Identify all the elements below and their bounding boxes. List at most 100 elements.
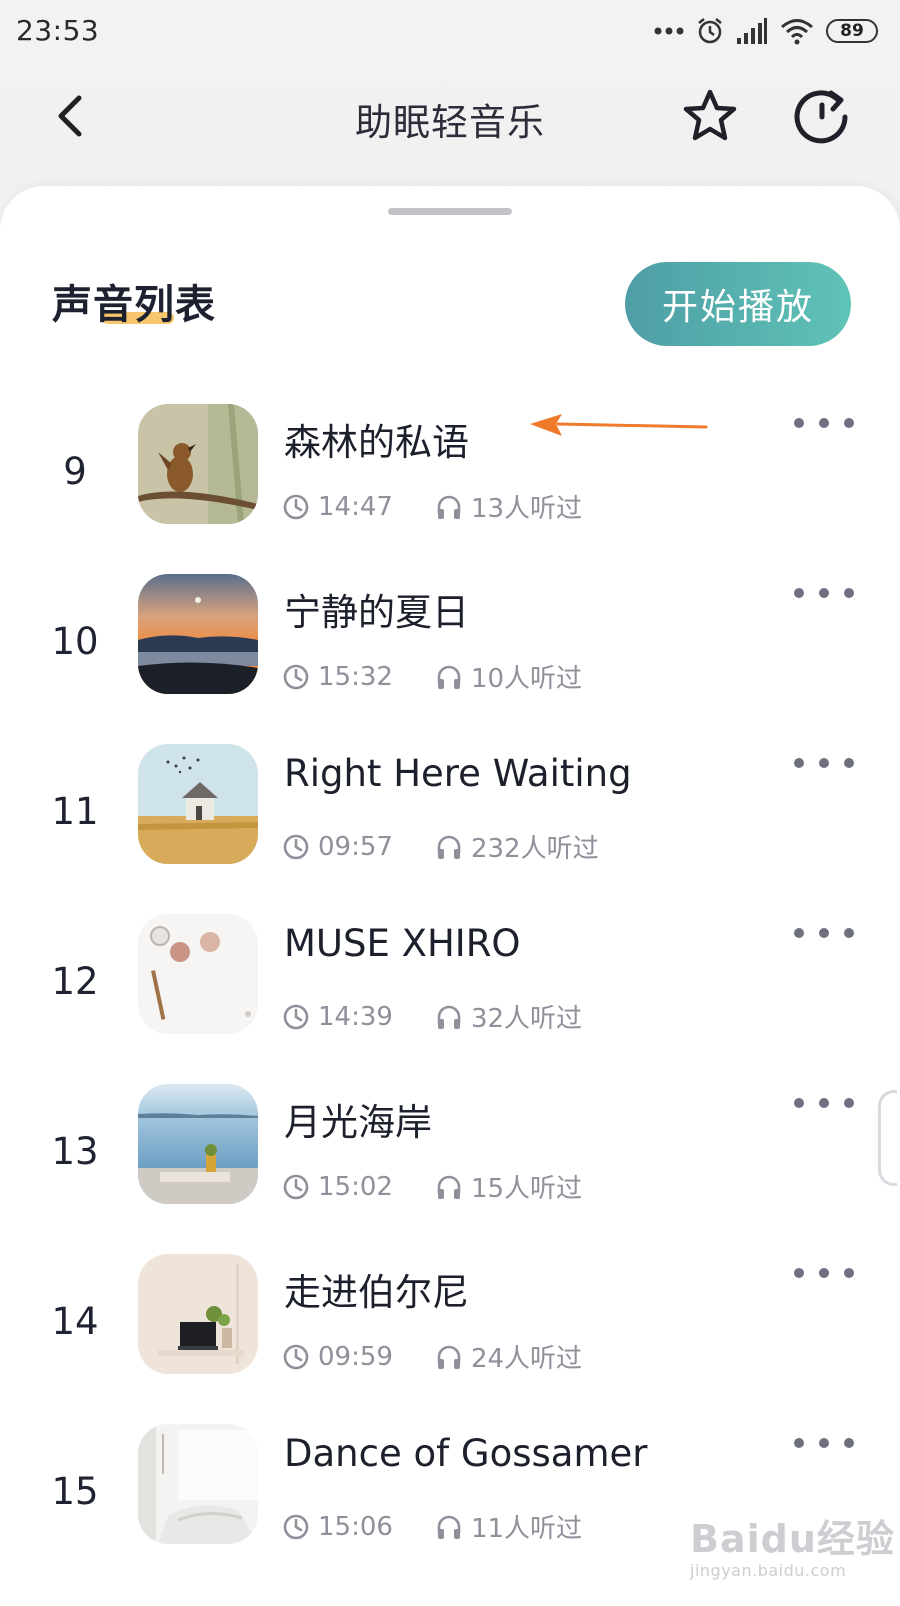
duration-text: 14:39 — [318, 1001, 393, 1032]
refresh-button[interactable] — [790, 84, 854, 148]
track-meta: 09:57 232人听过 — [282, 828, 599, 865]
track-index: 13 — [51, 1130, 99, 1173]
track-cover-image — [138, 1084, 258, 1204]
track-meta: 14:47 13人听过 — [282, 488, 582, 525]
track-duration: 09:59 — [282, 1342, 393, 1372]
more-options-button[interactable] — [794, 748, 854, 778]
headphones-icon — [437, 1515, 461, 1539]
page-title: 助眠轻音乐 — [355, 101, 545, 144]
status-icons: 89 — [654, 14, 878, 48]
watermark-logo: Baidu经验 — [690, 1517, 895, 1561]
wifi-icon — [781, 19, 813, 45]
track-listens: 24人听过 — [435, 1338, 582, 1375]
track-index: 12 — [51, 960, 99, 1003]
clock-icon — [283, 1344, 309, 1369]
clock-icon — [283, 1004, 309, 1029]
duration-text: 15:32 — [318, 661, 393, 692]
clock-icon — [283, 834, 309, 859]
track-meta: 15:32 10人听过 — [282, 658, 582, 695]
track-row[interactable]: 9 森林的私语 14:47 13人听过 — [0, 388, 900, 558]
clock-icon — [283, 664, 309, 689]
listens-text: 24人听过 — [470, 1344, 583, 1374]
track-listens: 13人听过 — [435, 488, 582, 525]
side-scroll-handle[interactable] — [878, 1090, 897, 1186]
clock-icon — [283, 1514, 309, 1539]
headphones-icon — [437, 665, 461, 689]
track-cover-image — [138, 1424, 258, 1544]
track-row[interactable]: 12 MUSE XHIRO 14:39 32人听过 — [0, 898, 900, 1068]
track-sheet: 声音列表 开始播放 9 森林的私语 14:47 13人听过 10 宁静的夏日 1… — [0, 186, 900, 1606]
listens-text: 32人听过 — [470, 1004, 583, 1034]
more-options-button[interactable] — [794, 918, 854, 948]
track-index: 10 — [51, 620, 99, 663]
track-title: 月光海岸 — [284, 1101, 432, 1144]
track-row[interactable]: 11 Right Here Waiting 09:57 232人听过 — [0, 728, 900, 898]
track-title: Dance of Gossamer — [284, 1432, 648, 1475]
listens-text: 10人听过 — [470, 664, 583, 694]
battery-indicator: 89 — [826, 19, 878, 43]
track-listens: 11人听过 — [435, 1508, 582, 1545]
track-duration: 09:57 — [282, 832, 393, 862]
track-meta: 15:02 15人听过 — [282, 1168, 582, 1205]
listens-text: 15人听过 — [470, 1174, 583, 1204]
track-cover-image — [138, 914, 258, 1034]
clock-icon — [283, 1174, 309, 1199]
track-listens: 15人听过 — [435, 1168, 582, 1205]
track-row[interactable]: 13 月光海岸 15:02 15人听过 — [0, 1068, 900, 1238]
track-list: 9 森林的私语 14:47 13人听过 10 宁静的夏日 15:32 10人听过… — [0, 388, 900, 1578]
annotation-arrow-icon — [530, 414, 708, 436]
drag-handle[interactable] — [388, 208, 512, 215]
track-title: 宁静的夏日 — [284, 591, 469, 634]
track-row[interactable]: 14 走进伯尔尼 09:59 24人听过 — [0, 1238, 900, 1408]
listens-text: 11人听过 — [470, 1514, 583, 1544]
more-options-button[interactable] — [794, 1258, 854, 1288]
duration-text: 14:47 — [318, 491, 393, 522]
headphones-icon — [437, 1005, 461, 1029]
more-options-button[interactable] — [794, 408, 854, 438]
track-title: 森林的私语 — [284, 421, 469, 464]
duration-text: 15:02 — [318, 1171, 393, 1202]
nav-bar: 助眠轻音乐 — [0, 70, 900, 162]
track-index: 15 — [51, 1470, 99, 1513]
more-dots-icon — [654, 27, 684, 35]
more-options-button[interactable] — [794, 1088, 854, 1118]
track-listens: 232人听过 — [435, 828, 599, 865]
play-all-button[interactable]: 开始播放 — [625, 262, 851, 346]
alarm-icon — [698, 18, 722, 44]
signal-icon — [737, 18, 767, 44]
track-meta: 09:59 24人听过 — [282, 1338, 582, 1375]
battery-level: 89 — [840, 21, 864, 41]
track-listens: 32人听过 — [435, 998, 582, 1035]
track-row[interactable]: 10 宁静的夏日 15:32 10人听过 — [0, 558, 900, 728]
track-index: 11 — [51, 790, 99, 833]
status-time: 23:53 — [16, 14, 100, 47]
duration-text: 15:06 — [318, 1511, 393, 1542]
headphones-icon — [437, 1175, 461, 1199]
track-duration: 14:47 — [282, 492, 393, 522]
track-index: 14 — [51, 1300, 99, 1343]
listens-text: 13人听过 — [470, 494, 583, 524]
track-cover-image — [138, 574, 258, 694]
track-duration: 15:06 — [282, 1512, 393, 1542]
list-title: 声音列表 — [52, 282, 216, 328]
track-cover-image — [138, 1254, 258, 1374]
list-header: 声音列表 — [52, 272, 216, 330]
track-meta: 14:39 32人听过 — [282, 998, 582, 1035]
track-duration: 14:39 — [282, 1002, 393, 1032]
headphones-icon — [437, 1345, 461, 1369]
track-meta: 15:06 11人听过 — [282, 1508, 582, 1545]
status-bar: 23:53 89 — [0, 0, 900, 62]
track-cover-image — [138, 744, 258, 864]
duration-text: 09:59 — [318, 1341, 393, 1372]
track-listens: 10人听过 — [435, 658, 582, 695]
watermark: Baidu经验 jingyan.baidu.com — [690, 1508, 895, 1580]
track-title: 走进伯尔尼 — [284, 1271, 469, 1314]
favorite-button[interactable] — [678, 84, 742, 148]
track-duration: 15:02 — [282, 1172, 393, 1202]
track-title: MUSE XHIRO — [284, 922, 521, 965]
track-index: 9 — [63, 450, 87, 493]
more-options-button[interactable] — [794, 1428, 854, 1458]
refresh-icon — [794, 90, 848, 144]
more-options-button[interactable] — [794, 578, 854, 608]
clock-icon — [283, 494, 309, 519]
